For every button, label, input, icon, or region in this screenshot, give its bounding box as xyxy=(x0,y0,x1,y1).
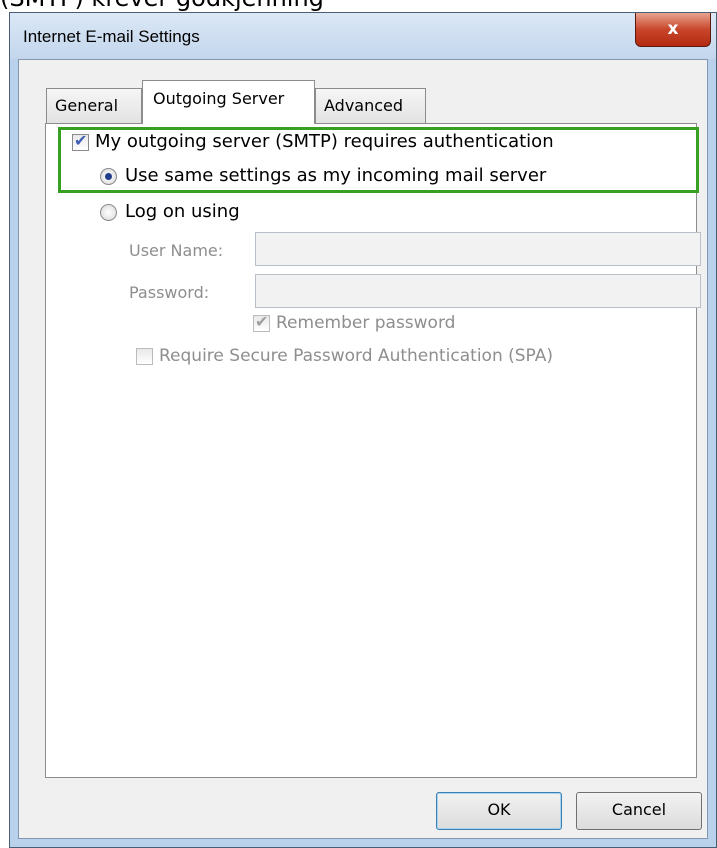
check-icon: ✔ xyxy=(74,131,88,150)
username-input[interactable] xyxy=(255,232,701,266)
password-label: Password: xyxy=(129,283,210,302)
close-icon: x xyxy=(667,19,679,39)
dialog-title: Internet E-mail Settings xyxy=(23,27,200,46)
close-button[interactable]: x xyxy=(635,13,711,47)
check-icon: ✔ xyxy=(255,312,269,331)
dialog-client: General Outgoing Server Advanced ✔ My ou… xyxy=(18,59,708,839)
tab-general[interactable]: General xyxy=(46,88,142,123)
log-on-label: Log on using xyxy=(125,201,240,222)
remember-password-label: Remember password xyxy=(276,313,456,333)
requires-auth-checkbox[interactable]: ✔ xyxy=(72,131,89,151)
title-bar: Internet E-mail Settings x xyxy=(10,13,716,59)
tab-outgoing-server[interactable]: Outgoing Server xyxy=(142,80,315,124)
remember-password-checkbox[interactable]: ✔ xyxy=(253,312,270,332)
same-settings-label: Use same settings as my incoming mail se… xyxy=(125,165,547,186)
outgoing-server-panel: ✔ My outgoing server (SMTP) requires aut… xyxy=(45,123,701,778)
same-settings-radio[interactable] xyxy=(100,168,117,185)
username-label: User Name: xyxy=(129,241,224,260)
cancel-button[interactable]: Cancel xyxy=(576,792,702,830)
requires-auth-label: My outgoing server (SMTP) requires authe… xyxy=(95,131,554,152)
page-caption: (SMTP) krever godkjenning xyxy=(0,0,324,10)
ok-button[interactable]: OK xyxy=(436,792,562,830)
dialog-window: Internet E-mail Settings x General Outgo… xyxy=(9,12,717,848)
password-input[interactable] xyxy=(255,274,701,308)
spa-checkbox[interactable] xyxy=(136,348,153,365)
tab-advanced[interactable]: Advanced xyxy=(315,88,426,123)
spa-label: Require Secure Password Authentication (… xyxy=(159,346,553,366)
log-on-radio[interactable] xyxy=(100,204,117,221)
